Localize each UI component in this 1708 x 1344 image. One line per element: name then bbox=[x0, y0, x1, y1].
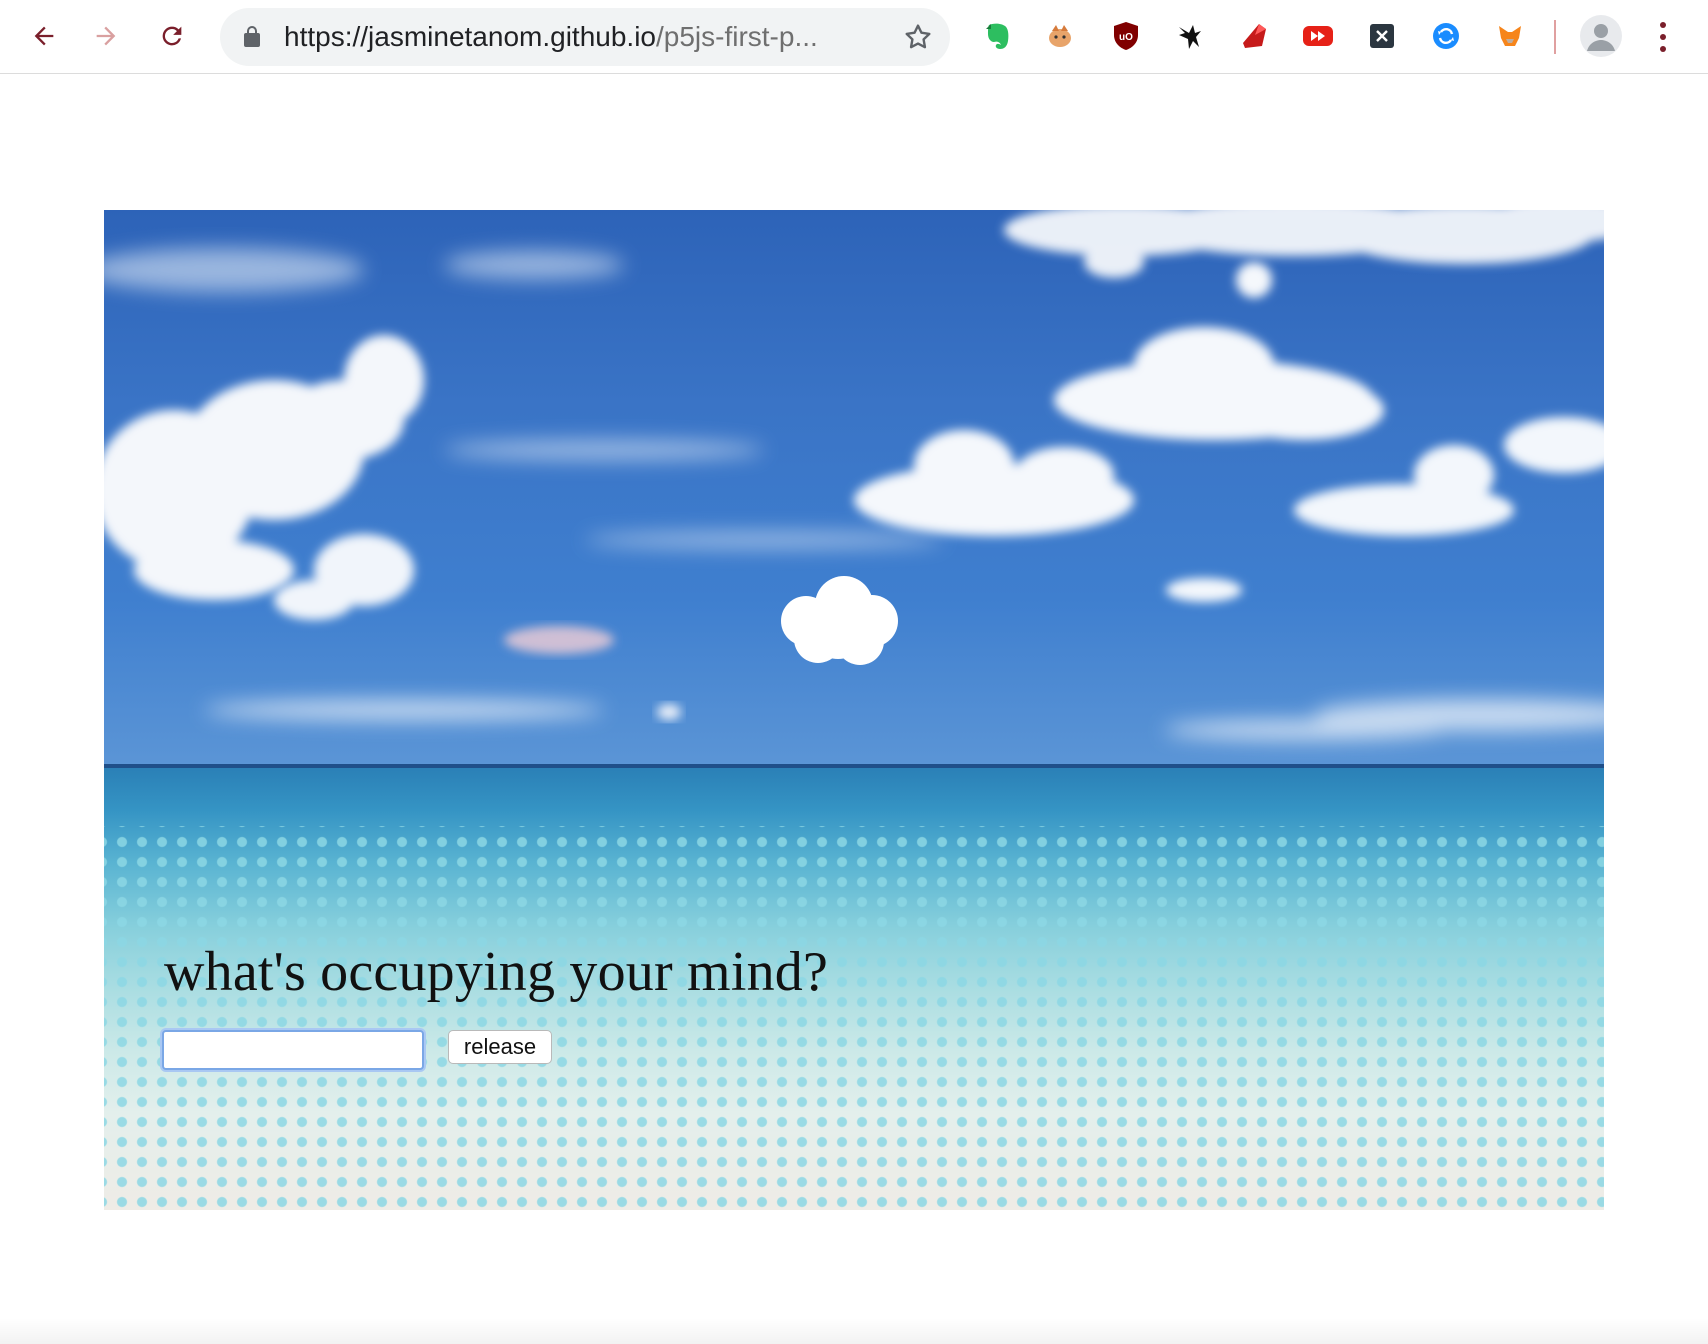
lock-icon[interactable] bbox=[240, 25, 264, 49]
profile-avatar[interactable] bbox=[1580, 15, 1622, 57]
fox-extension-icon[interactable] bbox=[1040, 16, 1080, 56]
browser-menu-button[interactable] bbox=[1648, 16, 1678, 58]
browser-toolbar: https://jasminetanom.github.io/p5js-firs… bbox=[0, 0, 1708, 74]
thought-input[interactable] bbox=[162, 1030, 424, 1070]
menu-dot-icon bbox=[1660, 46, 1666, 52]
window-bottom-edge bbox=[0, 1318, 1708, 1344]
sync-circle-icon[interactable] bbox=[1426, 16, 1466, 56]
svg-text:uO: uO bbox=[1119, 32, 1133, 43]
metamask-icon[interactable] bbox=[1490, 16, 1530, 56]
forward-arrow-icon bbox=[96, 26, 116, 46]
url-text[interactable]: https://jasminetanom.github.io/p5js-firs… bbox=[284, 8, 884, 66]
thought-cloud-icon bbox=[781, 576, 898, 665]
reload-icon bbox=[162, 26, 182, 46]
bird-extension-icon[interactable] bbox=[1170, 16, 1210, 56]
bookmark-star-icon[interactable] bbox=[902, 21, 934, 53]
reload-button[interactable] bbox=[150, 14, 194, 58]
x-extension-icon[interactable] bbox=[1362, 16, 1402, 56]
photo-clouds bbox=[104, 210, 1604, 740]
ublock-origin-icon[interactable]: uO bbox=[1106, 16, 1146, 56]
url-host: https://jasminetanom.github.io bbox=[284, 21, 656, 52]
user-icon bbox=[1587, 24, 1615, 51]
address-bar[interactable]: https://jasminetanom.github.io/p5js-firs… bbox=[220, 8, 950, 66]
prompt-heading: what's occupying your mind? bbox=[164, 941, 829, 1003]
evernote-icon[interactable] bbox=[978, 16, 1018, 56]
url-path: /p5js-first-p... bbox=[655, 21, 818, 52]
back-arrow-icon bbox=[34, 26, 54, 46]
release-button[interactable]: release bbox=[448, 1030, 552, 1064]
forward-button[interactable] bbox=[84, 14, 128, 58]
beach-canvas[interactable]: what's occupying your mind? release bbox=[104, 210, 1604, 1210]
dot-pattern-overlay bbox=[104, 826, 1604, 1210]
menu-dot-icon bbox=[1660, 22, 1666, 28]
toolbar-divider bbox=[1554, 20, 1556, 54]
menu-dot-icon bbox=[1660, 34, 1666, 40]
ruby-icon[interactable] bbox=[1234, 16, 1274, 56]
youtube-forward-icon[interactable] bbox=[1298, 16, 1338, 56]
back-button[interactable] bbox=[22, 14, 66, 58]
